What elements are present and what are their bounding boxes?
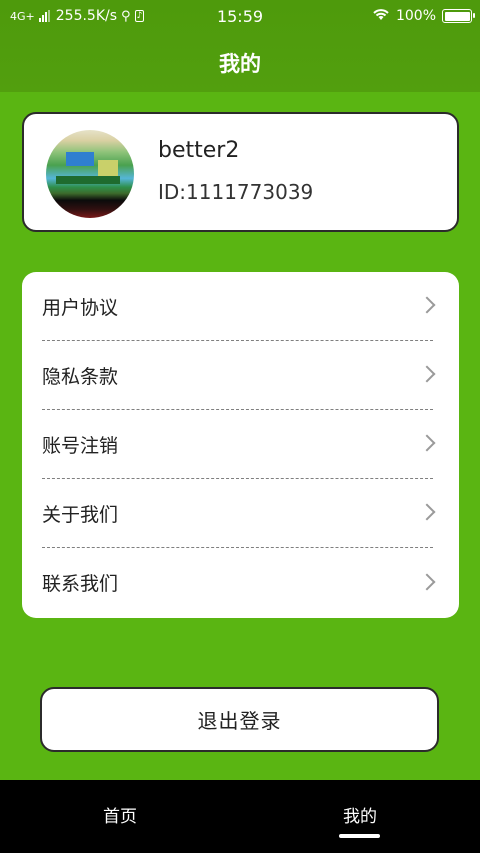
settings-menu: 用户协议 隐私条款 账号注销 关于我们 联系我们 xyxy=(22,272,459,618)
menu-item-user-agreement[interactable]: 用户协议 xyxy=(42,272,436,341)
status-bar: 4G+ 255.5K/s ⚲ ♪ 15:59 100% xyxy=(0,0,480,34)
battery-percent: 100% xyxy=(395,8,436,24)
wifi-icon xyxy=(372,7,390,25)
active-tab-indicator xyxy=(339,834,380,838)
chevron-right-icon xyxy=(418,573,436,590)
menu-item-privacy[interactable]: 隐私条款 xyxy=(42,341,436,410)
menu-item-contact-us[interactable]: 联系我们 xyxy=(42,548,436,617)
tab-home[interactable]: 首页 xyxy=(60,802,180,827)
chevron-right-icon xyxy=(418,503,436,521)
menu-item-label: 联系我们 xyxy=(42,573,119,595)
chevron-right-icon xyxy=(418,434,436,452)
user-id: ID:1111773039 xyxy=(158,180,314,204)
menu-item-delete-account[interactable]: 账号注销 xyxy=(42,410,436,479)
logout-button[interactable]: 退出登录 xyxy=(40,687,439,752)
menu-item-about-us[interactable]: 关于我们 xyxy=(42,479,436,548)
page-title: 我的 xyxy=(219,52,261,76)
menu-item-label: 隐私条款 xyxy=(42,365,119,388)
battery-icon xyxy=(442,9,475,23)
profile-card[interactable]: better2 ID:1111773039 xyxy=(22,112,459,232)
tab-mine[interactable]: 我的 xyxy=(300,802,420,827)
chevron-right-icon xyxy=(418,296,436,314)
menu-item-label: 关于我们 xyxy=(42,503,119,526)
menu-item-label: 用户协议 xyxy=(42,296,119,319)
chevron-right-icon xyxy=(418,365,436,383)
bottom-tab-bar: 首页 我的 xyxy=(0,780,480,853)
menu-item-label: 账号注销 xyxy=(42,434,119,457)
username: better2 xyxy=(158,138,240,163)
status-right: 100% xyxy=(372,7,475,25)
avatar[interactable] xyxy=(46,130,134,218)
